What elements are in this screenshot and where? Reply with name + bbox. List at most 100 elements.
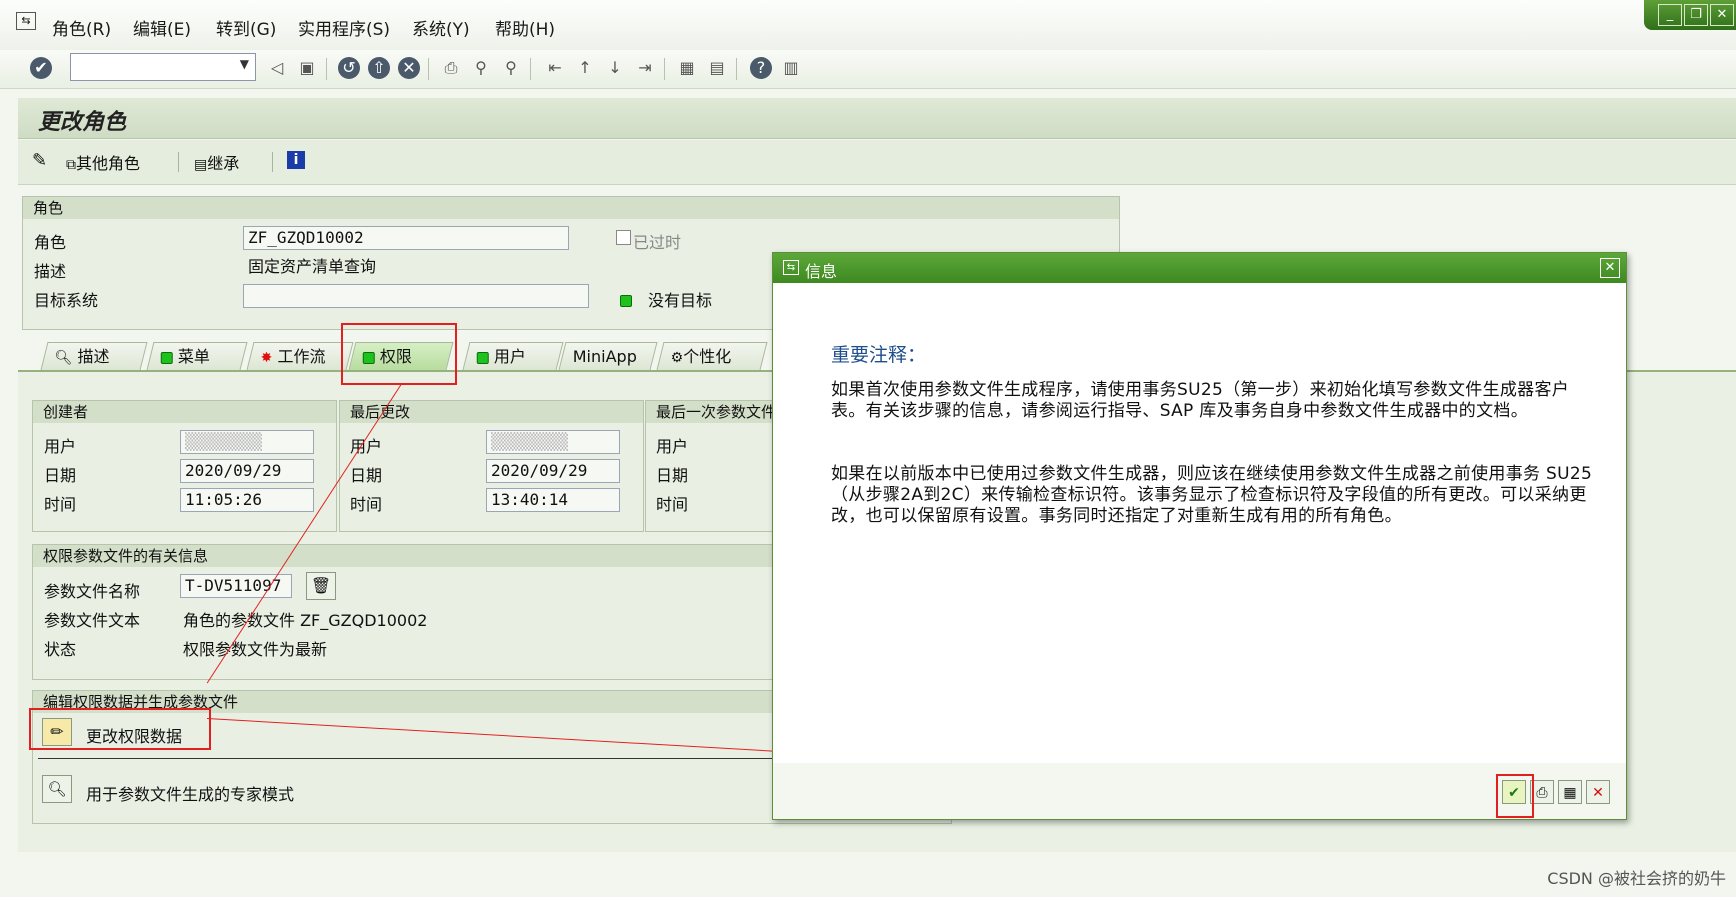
shortcut-icon[interactable]: ▤ <box>706 57 728 79</box>
dialog-title: 信息 <box>805 262 838 281</box>
first-page-icon[interactable]: ⇤ <box>544 57 566 79</box>
menu-system[interactable]: 系统(Y) <box>412 15 470 40</box>
last-profile-header: 最后一次参数文件 <box>646 401 776 423</box>
new-session-icon[interactable]: ▦ <box>676 57 698 79</box>
title-bar <box>18 98 1736 139</box>
last-profile-date-label: 日期 <box>656 466 689 485</box>
menu-bar: ⇆ 角色(R) 编辑(E) 转到(G) 实用程序(S) 系统(Y) 帮助(H) … <box>0 0 1736 51</box>
back-arrow-icon[interactable]: ◁ <box>266 57 288 79</box>
status-led-icon <box>160 351 173 364</box>
changed-time-field[interactable]: 13:40:14 <box>486 488 620 512</box>
status-label: 状态 <box>44 640 77 659</box>
chevron-down-icon[interactable]: ▼ <box>240 57 249 71</box>
tab-description[interactable]: 🔍︎ 描述 <box>40 342 148 370</box>
menu-window-icon[interactable]: ⇆ <box>16 12 36 30</box>
menu-goto[interactable]: 转到(G) <box>216 15 276 40</box>
magnifier-icon: 🔍︎ <box>54 350 73 366</box>
profile-name-label: 参数文件名称 <box>44 582 141 601</box>
enter-check-icon[interactable]: ✔ <box>30 57 52 79</box>
trash-icon[interactable]: 🗑︎ <box>306 572 336 600</box>
changed-date-label: 日期 <box>350 466 383 485</box>
inherit-icon: ▤ <box>194 157 208 173</box>
created-user-label: 用户 <box>44 437 77 456</box>
menu-utilities[interactable]: 实用程序(S) <box>298 15 390 40</box>
find-next-icon[interactable]: ⚲ <box>500 57 522 79</box>
tab-workflow[interactable]: ✸ 工作流 <box>246 342 354 370</box>
other-roles-icon: ⧉ <box>66 157 76 173</box>
print-icon[interactable]: ⎙ <box>440 57 462 79</box>
role-label: 角色 <box>34 233 67 252</box>
page-title: 更改角色 <box>38 110 127 135</box>
obsolete-label: 已过时 <box>633 233 682 252</box>
watermark: CSDN @被社会挤的奶牛 <box>1547 869 1726 888</box>
target-system-label: 目标系统 <box>34 291 99 310</box>
status-led-icon <box>620 290 632 309</box>
profile-text-label: 参数文件文本 <box>44 611 141 630</box>
obsolete-checkbox[interactable] <box>616 230 631 245</box>
command-field[interactable]: ▼ <box>70 53 256 81</box>
role-field[interactable]: ZF_GZQD10002 <box>243 226 569 250</box>
changed-date-field[interactable]: 2020/09/29 <box>486 459 620 483</box>
last-page-icon[interactable]: ⇥ <box>634 57 656 79</box>
next-page-icon[interactable]: ↓ <box>604 57 626 79</box>
close-window-icon[interactable]: ✕ <box>1710 4 1734 26</box>
created-date-field[interactable]: 2020/09/29 <box>180 459 314 483</box>
application-toolbar <box>18 140 1736 185</box>
info-icon[interactable]: i <box>287 151 305 169</box>
dialog-header: ⇆ 信息 ✕ <box>773 253 1626 283</box>
no-target-label: 没有目标 <box>648 291 713 310</box>
profile-info-header: 权限参数文件的有关信息 <box>33 545 785 567</box>
tab-personalization[interactable]: ⚙个性化 <box>656 342 768 370</box>
profile-text-value: 角色的参数文件 ZF_GZQD10002 <box>183 611 428 630</box>
edit-wand-icon[interactable]: ✎ <box>32 150 47 171</box>
dialog-paragraph-2: 如果在以前版本中已使用过参数文件生成器，则应该在继续使用参数文件生成器之前使用事… <box>831 464 1593 526</box>
dialog-paragraph-1: 如果首次使用参数文件生成程序，请使用事务SU25（第一步）来初始化填写参数文件生… <box>831 380 1570 421</box>
tab-menu[interactable]: 菜单 <box>146 342 248 370</box>
menu-role[interactable]: 角色(R) <box>52 15 111 40</box>
expert-magnifier-icon[interactable]: 🔍︎ <box>42 775 72 803</box>
find-icon[interactable]: ⚲ <box>470 57 492 79</box>
cancel-icon[interactable]: ✕ <box>398 57 420 79</box>
changed-time-label: 时间 <box>350 495 383 514</box>
other-roles-button[interactable]: ⧉其他角色 <box>66 150 140 174</box>
restore-icon[interactable]: ❐ <box>1684 4 1708 26</box>
back-icon[interactable]: ↺ <box>338 57 360 79</box>
last-profile-user-label: 用户 <box>656 437 689 456</box>
role-group-header: 角色 <box>23 197 1119 219</box>
target-system-field[interactable] <box>243 284 589 308</box>
standard-toolbar: ✔ ◁ ▣ ↺ ⇧ ✕ ⎙ ⚲ ⚲ ⇤ ↑ ↓ ⇥ ▦ ▤ ? ▥ <box>0 50 1736 89</box>
exit-icon[interactable]: ⇧ <box>368 57 390 79</box>
highlight-change-auth <box>29 708 211 750</box>
cancel-x-button[interactable]: ✕ <box>1586 780 1610 804</box>
description-field[interactable]: 固定资产清单查询 <box>243 255 783 279</box>
changed-user-field[interactable]: ▒▒▒▒▒▒▒▒ <box>486 430 620 454</box>
red-status-icon: ✸ <box>260 350 273 366</box>
save-icon[interactable]: ▣ <box>296 57 318 79</box>
personalize-icon: ⚙ <box>670 350 684 366</box>
status-value: 权限参数文件为最新 <box>183 640 328 659</box>
prev-page-icon[interactable]: ↑ <box>574 57 596 79</box>
minimize-icon[interactable]: _ <box>1658 4 1682 26</box>
highlight-confirm <box>1496 774 1534 818</box>
find-icon[interactable]: ▦ <box>1558 780 1582 804</box>
tab-users[interactable]: 用户 <box>462 342 564 370</box>
created-user-field[interactable]: ▒▒▒▒▒▒▒▒ <box>180 430 314 454</box>
last-profile-time-label: 时间 <box>656 495 689 514</box>
window-controls: _ ❐ ✕ <box>1644 0 1736 30</box>
menu-help[interactable]: 帮助(H) <box>495 15 555 40</box>
tab-miniapp[interactable]: MiniApp <box>558 342 658 370</box>
created-date-label: 日期 <box>44 466 77 485</box>
info-dialog: ⇆ 信息 ✕ <box>772 252 1627 820</box>
created-time-label: 时间 <box>44 495 77 514</box>
expert-mode-button[interactable]: 用于参数文件生成的专家模式 <box>86 781 294 805</box>
status-led-icon <box>476 351 489 364</box>
help-icon[interactable]: ? <box>750 57 772 79</box>
inherit-button[interactable]: ▤继承 <box>194 150 239 174</box>
highlight-tab <box>341 323 457 385</box>
created-header: 创建者 <box>33 401 336 423</box>
menu-edit[interactable]: 编辑(E) <box>133 15 191 40</box>
created-time-field[interactable]: 11:05:26 <box>180 488 314 512</box>
layout-menu-icon[interactable]: ▥ <box>780 57 802 79</box>
close-icon[interactable]: ✕ <box>1600 258 1620 278</box>
note-heading: 重要注释： <box>831 344 927 366</box>
